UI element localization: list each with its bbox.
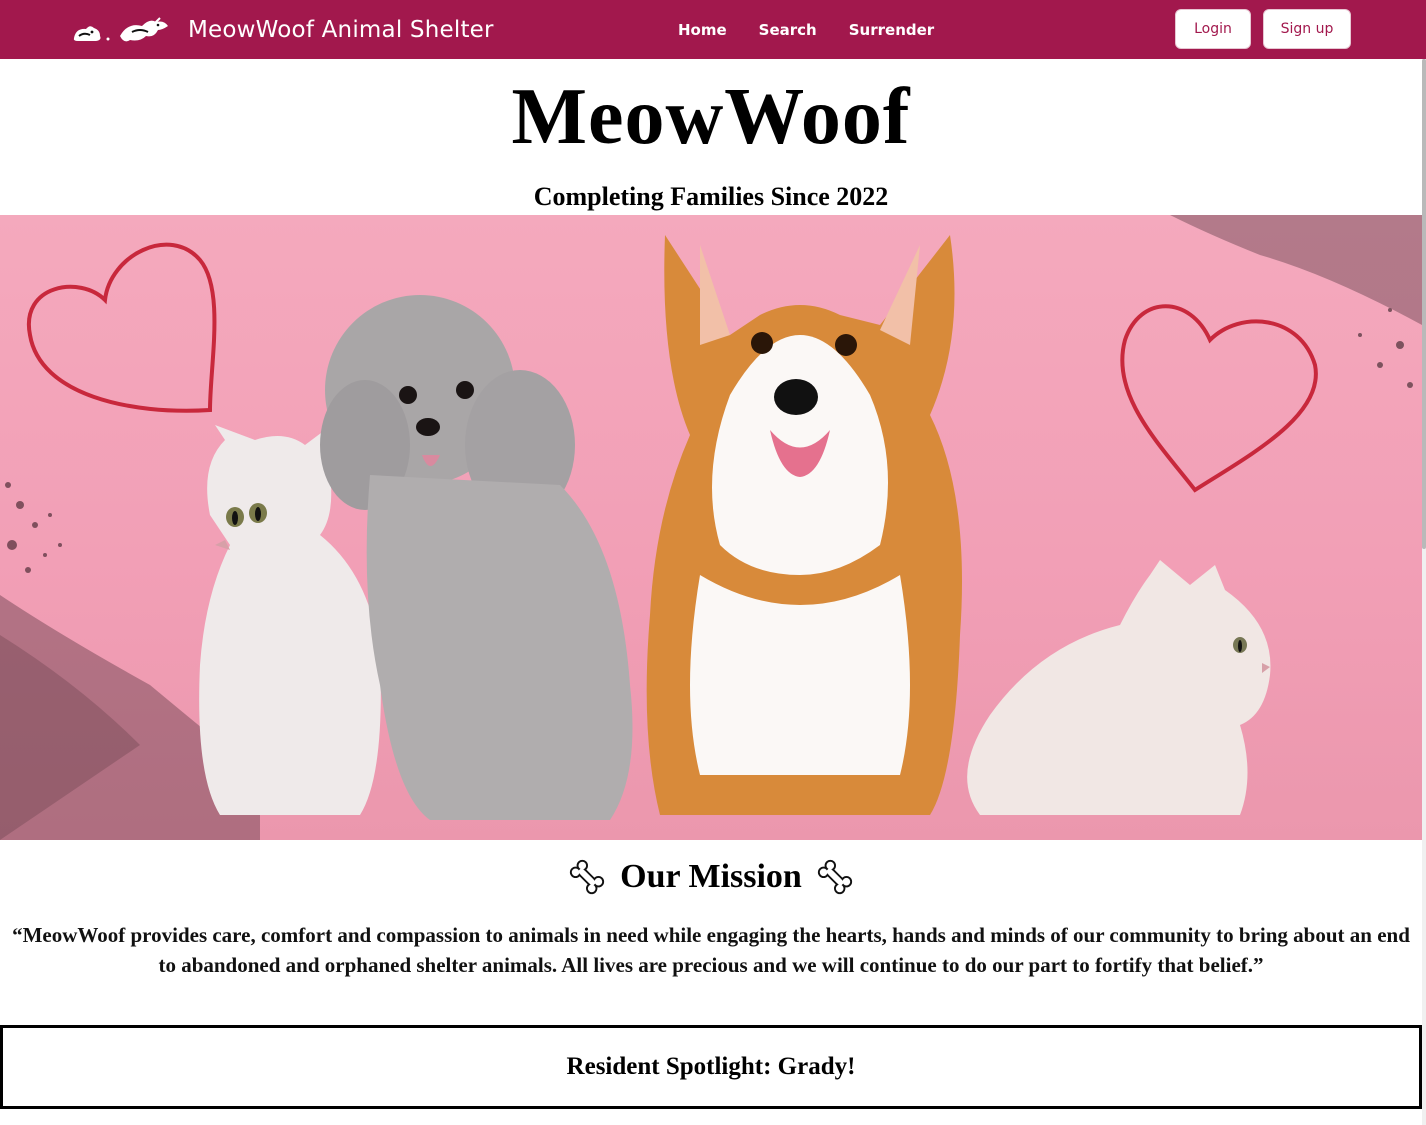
bone-icon	[817, 859, 852, 895]
white-cat-right	[967, 560, 1271, 815]
site-title: MeowWoof	[511, 73, 911, 161]
heart-right-decoration	[1120, 304, 1318, 493]
mission-statement: “MeowWoof provides care, comfort and com…	[12, 923, 1410, 977]
top-navbar: MeowWoof Animal Shelter Home Search Surr…	[0, 0, 1426, 59]
spotlight-title: Resident Spotlight: Grady!	[566, 1053, 856, 1080]
mission-title: Our Mission	[620, 858, 802, 895]
pets-photo	[0, 215, 1422, 840]
login-button[interactable]: Login	[1175, 9, 1251, 49]
hero-pets-image	[0, 215, 1422, 840]
resident-spotlight-panel: Resident Spotlight: Grady!	[0, 1025, 1422, 1109]
signup-button[interactable]: Sign up	[1263, 9, 1351, 49]
tagline: Completing Families Since 2022	[533, 182, 889, 211]
page-scrollbar[interactable]	[1422, 59, 1426, 1125]
nav-link-home[interactable]: Home	[678, 21, 727, 39]
brand-name[interactable]: MeowWoof Animal Shelter	[188, 17, 494, 43]
nav-links: Home Search Surrender	[678, 0, 966, 59]
brand[interactable]: MeowWoof Animal Shelter	[70, 10, 494, 50]
nav-link-surrender[interactable]: Surrender	[849, 21, 934, 39]
heart-left-decoration	[26, 242, 217, 413]
corgi-dog	[646, 235, 962, 815]
nav-link-search[interactable]: Search	[759, 21, 817, 39]
glitter-right-decoration	[1170, 215, 1422, 388]
scrollbar-thumb[interactable]	[1422, 59, 1426, 549]
bone-icon	[570, 859, 605, 895]
mission-heading: Our Mission	[0, 858, 1422, 896]
cat-and-dog-logo-icon	[73, 17, 168, 42]
